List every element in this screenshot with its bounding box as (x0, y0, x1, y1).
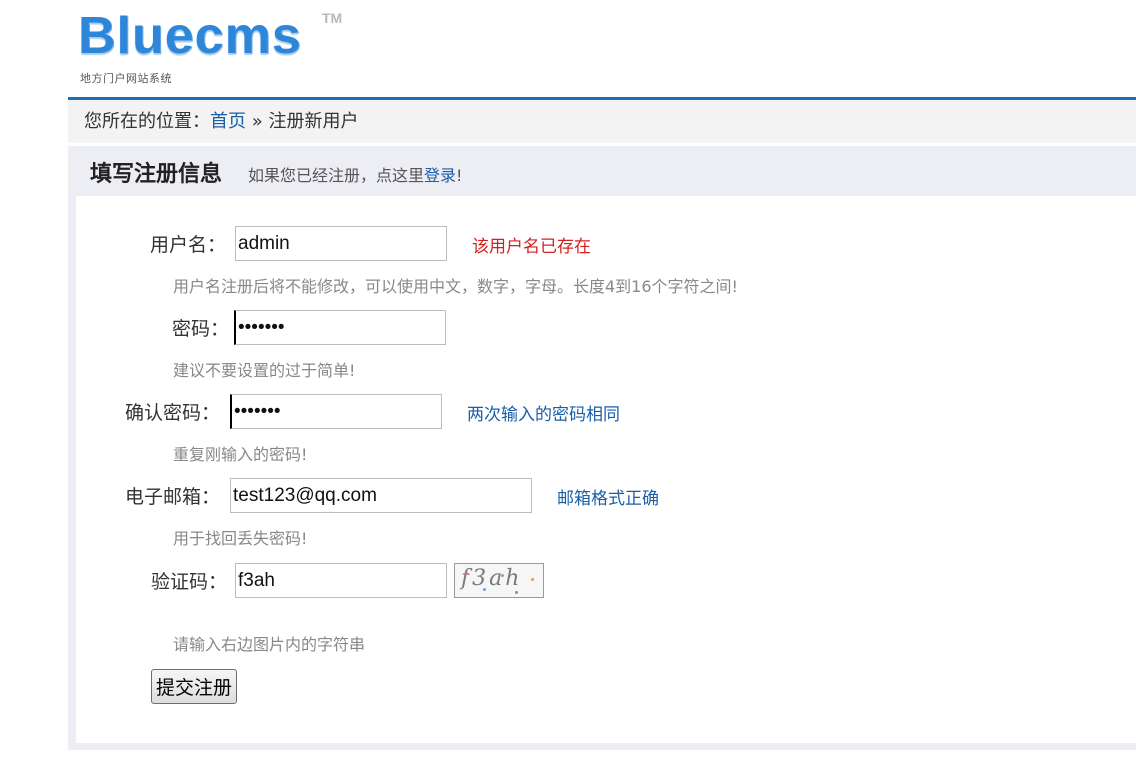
confirm-password-tip: 重复刚输入的密码! (173, 445, 308, 464)
page-title: 填写注册信息 (90, 162, 223, 187)
email-message: 邮箱格式正确 (557, 489, 659, 509)
confirm-password-message: 两次输入的密码相同 (467, 405, 620, 425)
email-label: 电子邮箱： (125, 486, 221, 508)
captcha-label: 验证码： (151, 571, 228, 593)
username-input[interactable] (235, 226, 447, 261)
panel-header: 填写注册信息 如果您已经注册，点这里登录! (90, 158, 462, 192)
captcha-image-text: f3ah (461, 566, 523, 591)
login-hint: 如果您已经注册，点这里登录! (248, 166, 462, 185)
breadcrumb-current: 注册新用户 (268, 111, 359, 132)
logo-trademark: TM (322, 10, 343, 26)
captcha-noise-dot (531, 578, 534, 581)
logo-brand: Bluecms (78, 7, 302, 65)
password-input[interactable] (234, 310, 446, 345)
email-tip: 用于找回丢失密码! (173, 529, 308, 548)
captcha-image[interactable]: f3ah (454, 563, 544, 598)
captcha-noise-dot (465, 572, 468, 575)
username-label: 用户名： (150, 234, 227, 256)
breadcrumb-home-link[interactable]: 首页 (210, 111, 246, 132)
captcha-noise-dot (515, 591, 518, 594)
username-tip: 用户名注册后将不能修改，可以使用中文，数字，字母。长度4到16个字符之间! (173, 277, 738, 296)
breadcrumb-prefix: 您所在的位置： (84, 111, 210, 132)
logo[interactable]: Bluecms TM 地方门户网站系统 (78, 8, 358, 88)
username-error-message: 该用户名已存在 (472, 237, 591, 257)
captcha-input[interactable] (235, 563, 447, 598)
login-link[interactable]: 登录 (424, 166, 456, 185)
confirm-password-input[interactable] (230, 394, 442, 429)
logo-subtitle: 地方门户网站系统 (80, 72, 172, 85)
breadcrumb-separator: » (246, 111, 269, 132)
captcha-tip: 请输入右边图片内的字符串 (173, 635, 366, 654)
captcha-noise-dot (501, 574, 504, 577)
captcha-noise-dot (483, 588, 486, 591)
password-label: 密码： (172, 318, 230, 340)
breadcrumb: 您所在的位置：首页 » 注册新用户 (68, 100, 1136, 143)
login-hint-suffix: ! (456, 166, 463, 185)
login-hint-text: 如果您已经注册，点这里 (248, 166, 425, 185)
confirm-password-label: 确认密码： (125, 402, 221, 424)
password-tip: 建议不要设置的过于简单! (173, 361, 356, 380)
submit-register-button[interactable]: 提交注册 (151, 669, 237, 704)
email-input[interactable] (230, 478, 532, 513)
